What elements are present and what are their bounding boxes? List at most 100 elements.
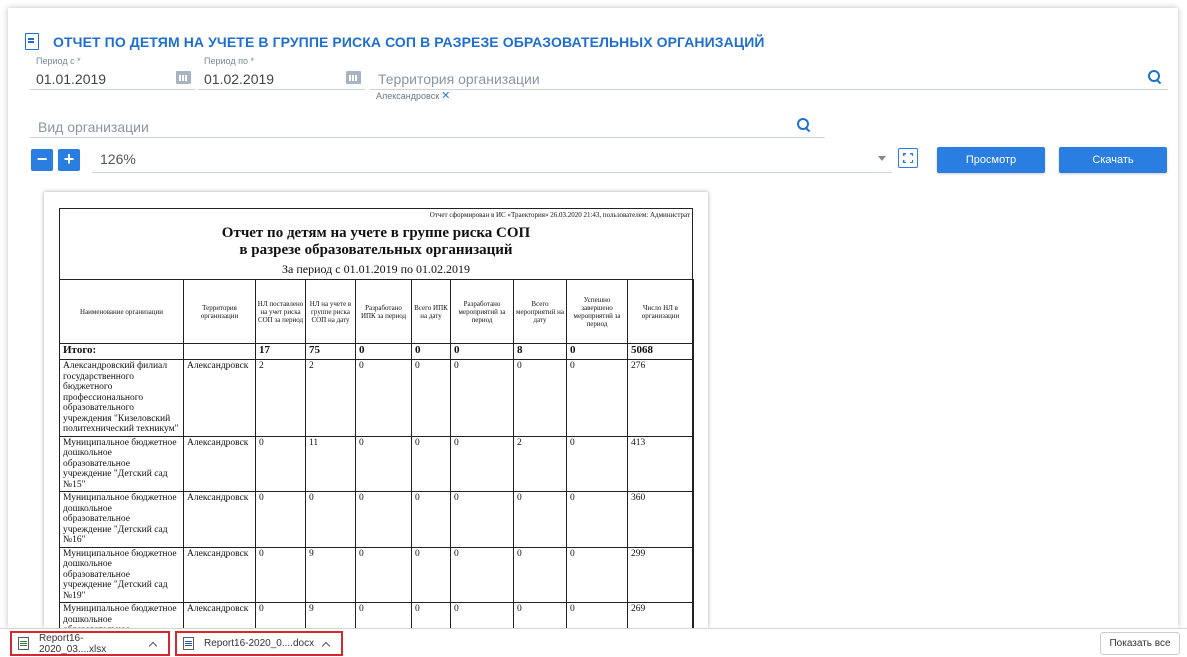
report-body: Отчет сформирован в ИС «Траектория» 26.0… <box>59 208 694 628</box>
excel-file-icon <box>18 637 29 650</box>
search-icon[interactable] <box>1148 70 1162 84</box>
table-cell: 11 <box>305 435 356 492</box>
table-cell <box>183 343 256 360</box>
table-row: Муниципальное бюджетное дошкольное образ… <box>59 602 694 628</box>
column-header: Всего ИПК на дату <box>411 279 451 344</box>
table-cell: 2 <box>255 359 306 437</box>
search-icon[interactable] <box>797 118 811 132</box>
table-cell: 0 <box>411 435 451 492</box>
period-from-field[interactable]: Период с * 01.01.2019 <box>30 56 195 90</box>
show-all-button[interactable]: Показать все <box>1100 632 1180 655</box>
table-cell: 0 <box>513 602 567 628</box>
download-item-docx[interactable]: Report16-2020_0....docx <box>175 631 343 656</box>
period-to-label: Период по * <box>204 56 254 66</box>
page-title: ОТЧЕТ ПО ДЕТЯМ НА УЧЕТЕ В ГРУППЕ РИСКА С… <box>53 33 765 50</box>
calendar-icon[interactable] <box>176 71 191 84</box>
table-cell: 0 <box>305 491 356 548</box>
territory-chip-label: Александровск <box>376 91 440 101</box>
period-from-value[interactable]: 01.01.2019 <box>36 71 106 87</box>
total-row: Итого: 17 75 0 0 0 8 0 5068 <box>59 343 694 360</box>
table-cell: 0 <box>255 435 306 492</box>
org-type-placeholder[interactable]: Вид организации <box>38 119 149 135</box>
table-cell: 0 <box>450 435 514 492</box>
downloads-bar: Report16-2020_03....xlsx Report16-2020_0… <box>0 628 1187 657</box>
period-to-field[interactable]: Период по * 01.02.2019 <box>198 56 365 90</box>
chevron-up-icon[interactable] <box>321 641 331 650</box>
table-cell: 299 <box>627 546 694 603</box>
table-cell: 5068 <box>627 343 694 360</box>
column-header: НЛ на учете в группе риска СОП на дату <box>305 279 356 344</box>
table-row: Муниципальное бюджетное дошкольное образ… <box>59 435 694 492</box>
chevron-up-icon[interactable] <box>148 641 158 650</box>
report-meta: Отчет сформирован в ИС «Траектория» 26.0… <box>429 211 690 219</box>
table-cell: 413 <box>627 435 694 492</box>
download-filename: Report16-2020_0....docx <box>204 638 315 649</box>
period-to-value[interactable]: 01.02.2019 <box>204 71 274 87</box>
table-cell: 2 <box>513 435 567 492</box>
period-from-label: Период с * <box>36 56 81 66</box>
table-cell: 2 <box>305 359 356 437</box>
page-header: ОТЧЕТ ПО ДЕТЯМ НА УЧЕТЕ В ГРУППЕ РИСКА С… <box>25 33 765 50</box>
table-cell: Муниципальное бюджетное дошкольное образ… <box>59 435 184 492</box>
zoom-value: 126% <box>100 151 136 167</box>
territory-placeholder[interactable]: Территория организации <box>378 71 540 87</box>
table-cell: 0 <box>255 602 306 628</box>
table-cell: Муниципальное бюджетное дошкольное образ… <box>59 602 184 628</box>
table-cell: Муниципальное бюджетное дошкольное образ… <box>59 491 184 548</box>
report-period: За период с 01.01.2019 по 01.02.2019 <box>281 262 470 276</box>
download-button[interactable]: Скачать <box>1059 147 1167 173</box>
preview-button[interactable]: Просмотр <box>937 147 1045 173</box>
download-item-xlsx[interactable]: Report16-2020_03....xlsx <box>10 631 170 656</box>
column-header: Наименование организации <box>59 279 184 344</box>
fullscreen-button[interactable] <box>898 148 918 168</box>
table-cell: 0 <box>566 546 628 603</box>
column-header: НЛ поставлено на учет риска СОП за перио… <box>255 279 306 344</box>
table-cell: 17 <box>255 343 306 360</box>
table-cell: Александровск <box>183 602 256 628</box>
table-cell: 0 <box>355 491 412 548</box>
table-row: Муниципальное бюджетное дошкольное образ… <box>59 546 694 603</box>
table-cell: 0 <box>566 602 628 628</box>
table-cell: 0 <box>411 491 451 548</box>
table-cell: 276 <box>627 359 694 437</box>
zoom-in-button[interactable]: + <box>58 149 80 171</box>
chevron-down-icon[interactable] <box>878 156 886 161</box>
org-type-field[interactable]: Вид организации <box>30 111 825 138</box>
zoom-select[interactable]: 126% <box>92 147 892 173</box>
column-header: Разработано ИПК за период <box>355 279 412 344</box>
table-cell: 0 <box>355 435 412 492</box>
territory-field[interactable]: Территория организации <box>370 63 1168 90</box>
table-cell: 0 <box>355 602 412 628</box>
download-filename: Report16-2020_03....xlsx <box>38 632 107 655</box>
table-header-row: Наименование организации Территория орга… <box>59 279 694 344</box>
column-header: Разработано мероприятий за период <box>450 279 514 344</box>
table-cell: Итого: <box>59 343 184 360</box>
table-cell: 0 <box>255 491 306 548</box>
table-cell: 0 <box>450 602 514 628</box>
table-cell: 0 <box>411 343 451 360</box>
table-cell: 0 <box>411 602 451 628</box>
column-header: Всего мероприятий на дату <box>513 279 567 344</box>
table-cell: 0 <box>255 546 306 603</box>
table-cell: Александровск <box>183 491 256 548</box>
report-title-line2: в разрезе образовательных организаций <box>239 242 513 258</box>
zoom-out-button[interactable]: − <box>31 149 53 171</box>
table-cell: Муниципальное бюджетное дошкольное образ… <box>59 546 184 603</box>
table-cell: 0 <box>513 491 567 548</box>
table-cell: 0 <box>450 546 514 603</box>
table-cell: 0 <box>450 491 514 548</box>
table-cell: 0 <box>566 435 628 492</box>
close-icon[interactable]: ✕ <box>441 90 450 102</box>
table-cell: 0 <box>566 491 628 548</box>
table-cell: 8 <box>513 343 567 360</box>
table-row: Александровский филиал государственного … <box>59 359 694 437</box>
column-header: Успешно завершено мероприятий за период <box>566 279 628 344</box>
table-cell: 360 <box>627 491 694 548</box>
table-cell: 269 <box>627 602 694 628</box>
table-cell: 0 <box>411 546 451 603</box>
calendar-icon[interactable] <box>346 71 361 84</box>
table-row: Муниципальное бюджетное дошкольное образ… <box>59 491 694 548</box>
table-cell: 0 <box>450 359 514 437</box>
column-header: Территория организации <box>183 279 256 344</box>
report-title-line1: Отчет по детям на учете в группе риска С… <box>221 225 531 241</box>
